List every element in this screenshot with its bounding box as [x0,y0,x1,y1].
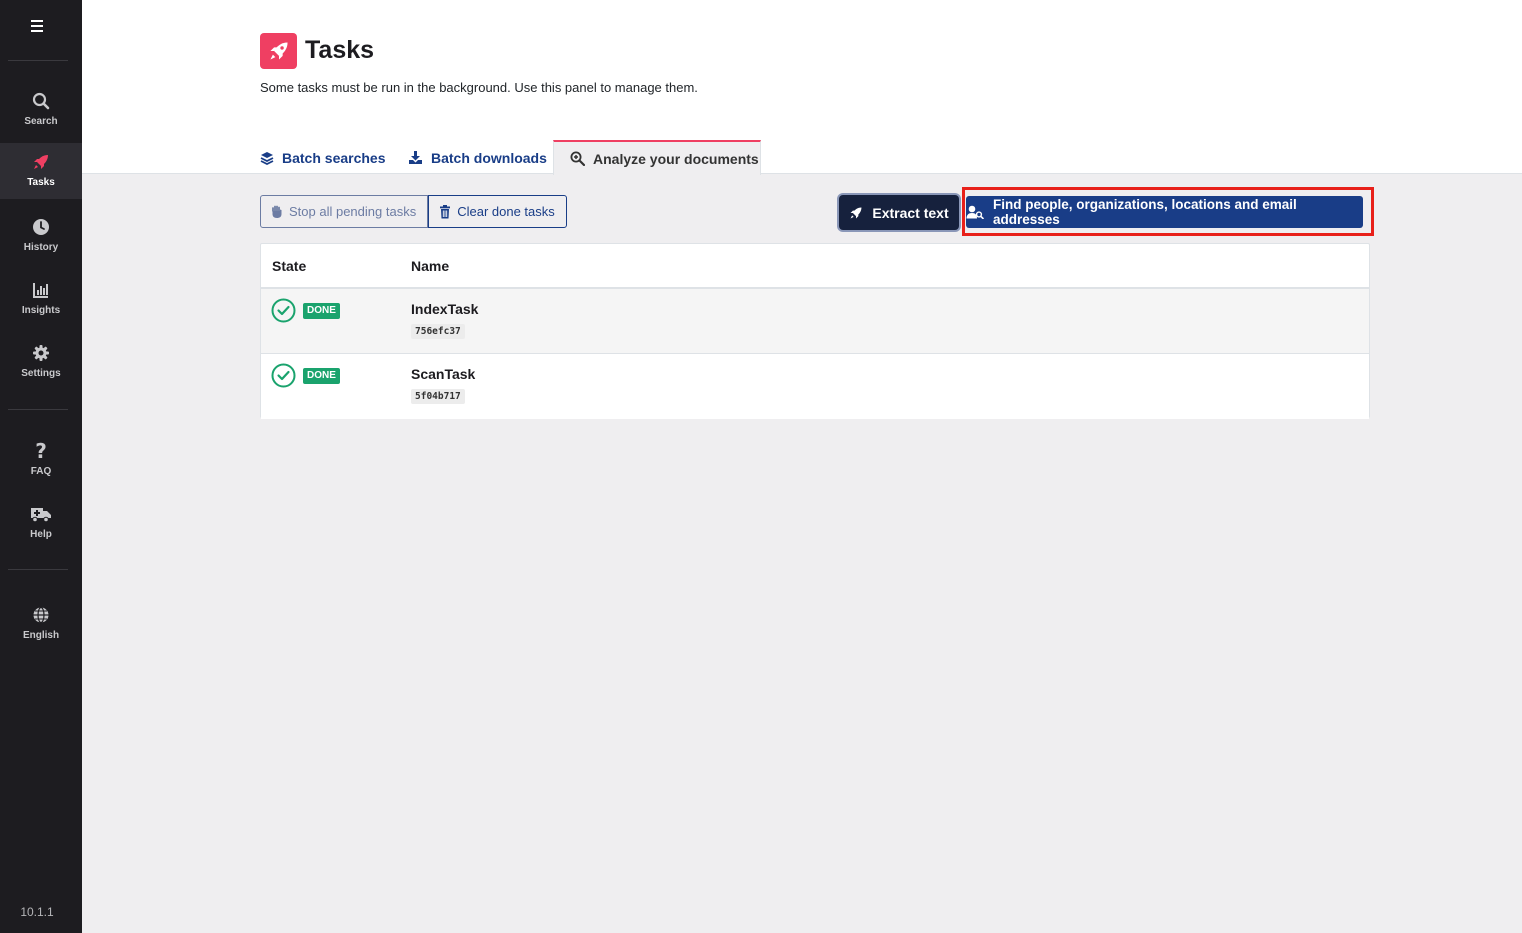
check-circle-icon [271,298,296,323]
find-named-entities-button[interactable]: Find people, organizations, locations an… [966,196,1363,228]
sidebar-item-help[interactable]: Help [0,495,82,553]
tab-analyze-your-documents[interactable]: Analyze your documents [553,140,761,175]
sidebar: Search Tasks History Insights Settings ?… [0,0,82,933]
table-row: DONE IndexTask 756efc37 [261,289,1369,354]
button-label: Stop all pending tasks [289,204,417,219]
user-search-icon [966,205,984,219]
tab-label: Batch searches [282,149,386,166]
task-id: 756efc37 [411,324,465,339]
sidebar-item-label: Tasks [27,177,55,188]
tasks-table: State Name DONE IndexTask 756efc37 DONE … [260,243,1370,419]
ambulance-icon [0,503,82,525]
button-label: Find people, organizations, locations an… [993,197,1297,227]
globe-icon [0,604,82,626]
gear-icon [0,342,82,364]
app-version: 10.1.1 [20,905,54,919]
status-badge: DONE [303,368,340,384]
task-name: ScanTask [411,366,476,382]
column-header-state: State [272,258,307,274]
search-plus-icon [570,151,585,166]
tab-batch-downloads[interactable]: Batch downloads [408,140,547,175]
button-label: Clear done tasks [457,204,555,219]
hamburger-menu-icon[interactable] [29,14,53,38]
sidebar-item-history[interactable]: History [0,208,82,266]
table-row: DONE ScanTask 5f04b717 [261,354,1369,419]
status-badge: DONE [303,303,340,319]
sidebar-item-search[interactable]: Search [0,82,82,140]
task-name: IndexTask [411,301,479,317]
sidebar-item-tasks[interactable]: Tasks [0,143,82,199]
stop-all-pending-tasks-button[interactable]: Stop all pending tasks [260,195,429,228]
button-label: Extract text [872,204,949,221]
sidebar-item-insights[interactable]: Insights [0,271,82,329]
clear-done-tasks-button[interactable]: Clear done tasks [428,195,567,228]
sidebar-item-label: English [22,630,60,641]
trash-icon [439,204,451,219]
page-title: Tasks [305,36,375,64]
sidebar-divider [8,60,68,61]
layers-icon [260,151,274,165]
page-header: Tasks Some tasks must be run in the back… [82,0,1522,175]
sidebar-item-faq[interactable]: ? FAQ [0,432,82,490]
search-icon [0,90,82,112]
task-actions-group: Stop all pending tasks Clear done tasks [260,195,567,228]
tab-label: Batch downloads [431,149,547,166]
tab-label: Analyze your documents [593,150,759,167]
sidebar-divider [8,569,68,570]
extract-text-button[interactable]: Extract text [839,195,959,230]
sidebar-item-label: Settings [21,368,61,379]
check-circle-icon [271,363,296,388]
clock-icon [0,216,82,238]
sidebar-item-language[interactable]: English [0,596,82,654]
sidebar-item-label: History [23,242,59,253]
task-id: 5f04b717 [411,389,465,404]
sidebar-divider [8,409,68,410]
sidebar-item-settings[interactable]: Settings [0,334,82,392]
hand-icon [271,205,283,219]
sidebar-item-label: FAQ [30,466,52,477]
sidebar-item-label: Insights [21,305,61,316]
rocket-icon [0,151,82,173]
sidebar-item-label: Help [30,529,52,540]
download-icon [408,150,423,165]
column-header-name: Name [411,258,450,274]
question-icon: ? [35,439,47,463]
sidebar-item-label: Search [24,116,58,127]
chart-icon [0,279,82,301]
rocket-icon [849,206,863,220]
tab-batch-searches[interactable]: Batch searches [260,140,386,175]
rocket-icon [260,33,297,69]
page-description: Some tasks must be run in the background… [260,80,698,95]
